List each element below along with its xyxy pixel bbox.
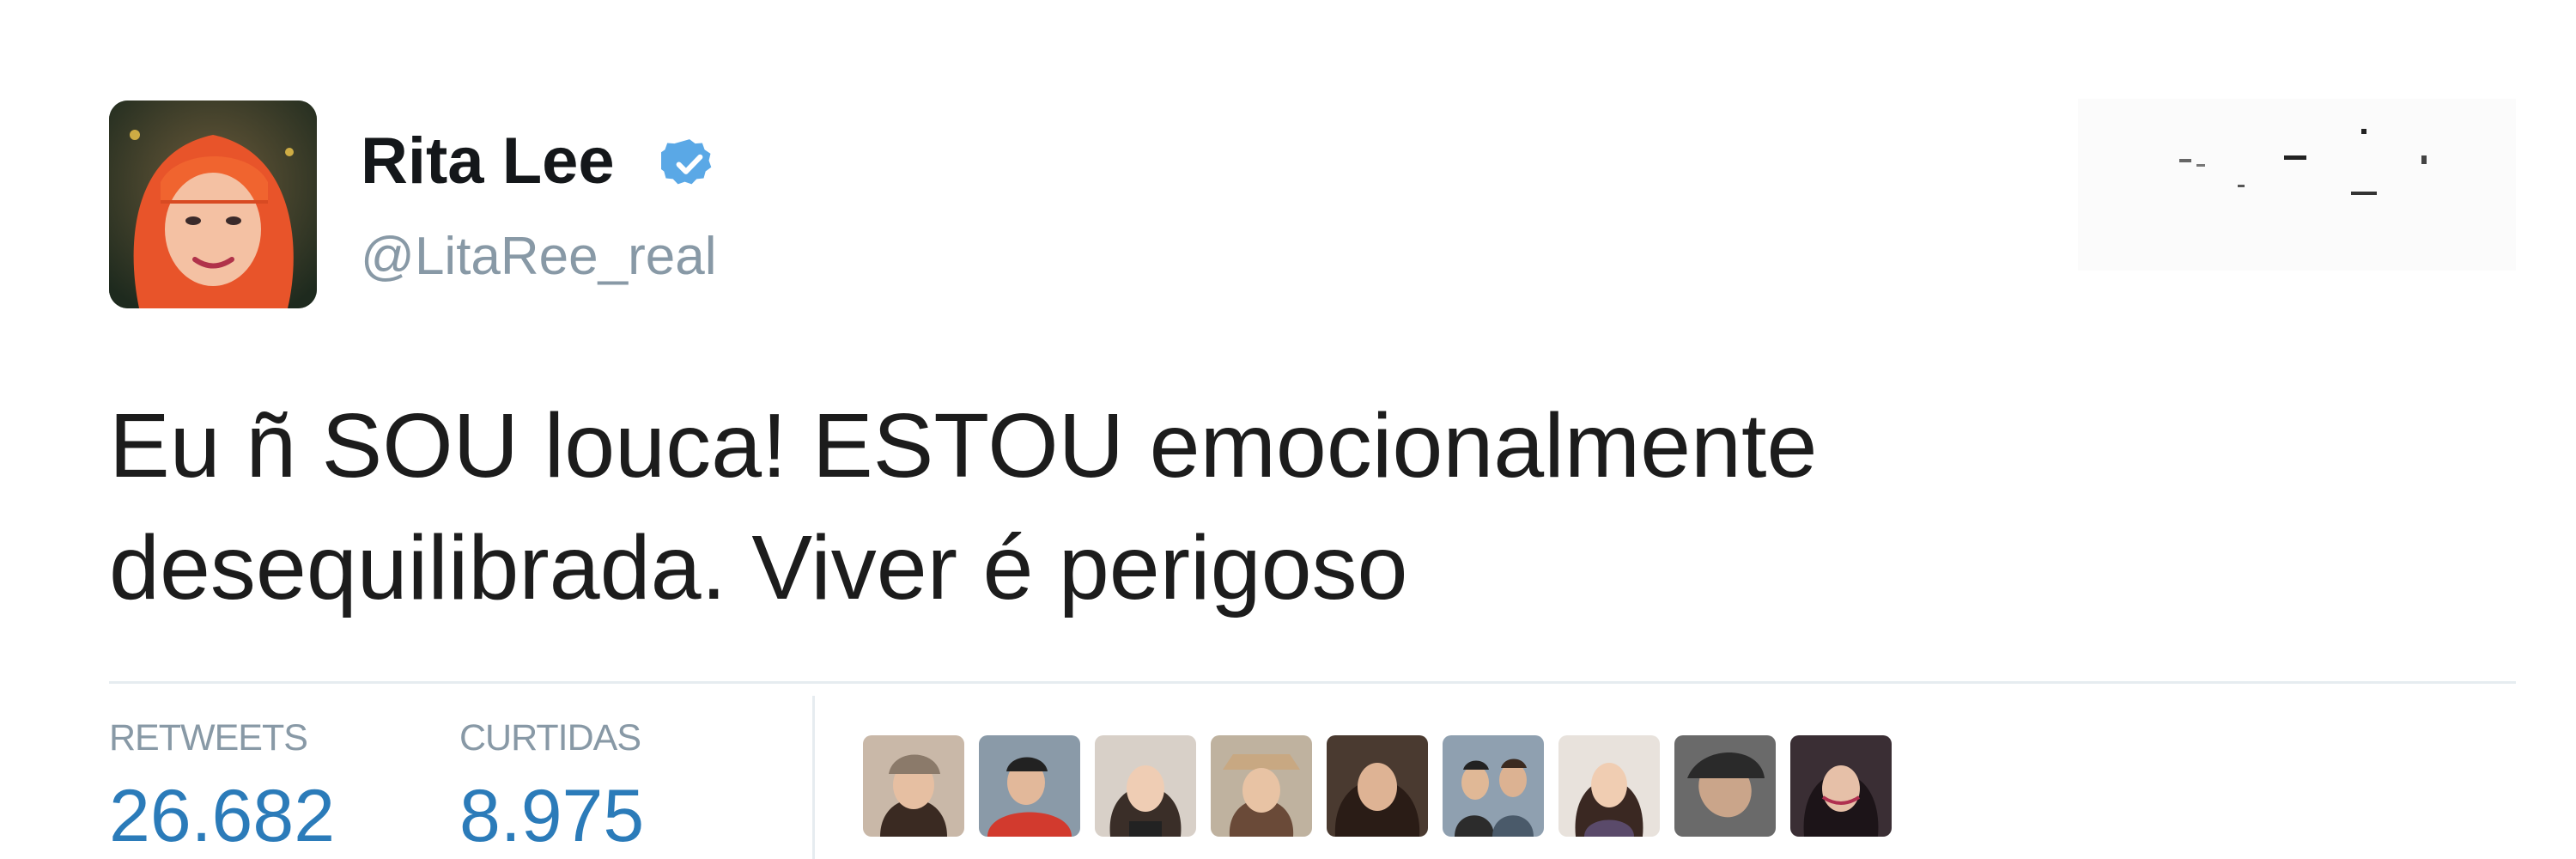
liker-avatar[interactable] xyxy=(1327,735,1428,837)
liker-avatar[interactable] xyxy=(863,735,964,837)
liker-avatar[interactable] xyxy=(1443,735,1544,837)
likers-avatars xyxy=(863,735,1892,837)
liker-avatar[interactable] xyxy=(979,735,1080,837)
likes-label: CURTIDAS xyxy=(459,717,641,758)
stats-vertical-divider xyxy=(812,696,815,859)
author-avatar[interactable] xyxy=(109,101,317,308)
verified-check-icon xyxy=(661,139,712,185)
avatar-illustration xyxy=(109,101,317,308)
tweet-text-line-1: Eu ñ SOU louca! ESTOU emocionalmente xyxy=(109,395,1818,497)
author-handle[interactable]: @LitaRee_real xyxy=(361,230,717,283)
retweets-stat[interactable]: RETWEETS 26.682 xyxy=(109,717,336,857)
likes-stat[interactable]: CURTIDAS 8.975 xyxy=(459,717,645,857)
likes-count: 8.975 xyxy=(459,775,645,857)
liker-avatar[interactable] xyxy=(1095,735,1196,837)
liker-avatar[interactable] xyxy=(1790,735,1892,837)
author-name[interactable]: Rita Lee xyxy=(361,129,615,194)
retweets-label: RETWEETS xyxy=(109,717,308,758)
obscured-marks xyxy=(2009,129,2427,195)
liker-avatar[interactable] xyxy=(1674,735,1776,837)
tweet-text: Eu ñ SOU louca! ESTOU emocionalmente des… xyxy=(109,385,2496,629)
stats-divider xyxy=(109,681,2516,684)
tweet-text-line-2: desequilibrada. Viver é perigoso xyxy=(109,517,1408,618)
liker-avatar[interactable] xyxy=(1211,735,1312,837)
retweets-count: 26.682 xyxy=(109,775,336,857)
liker-avatar[interactable] xyxy=(1558,735,1660,837)
follow-area-obscured xyxy=(2009,99,2516,271)
tweet-card: Rita Lee @LitaRee_real Eu ñ SOU louca! E… xyxy=(0,0,2576,859)
